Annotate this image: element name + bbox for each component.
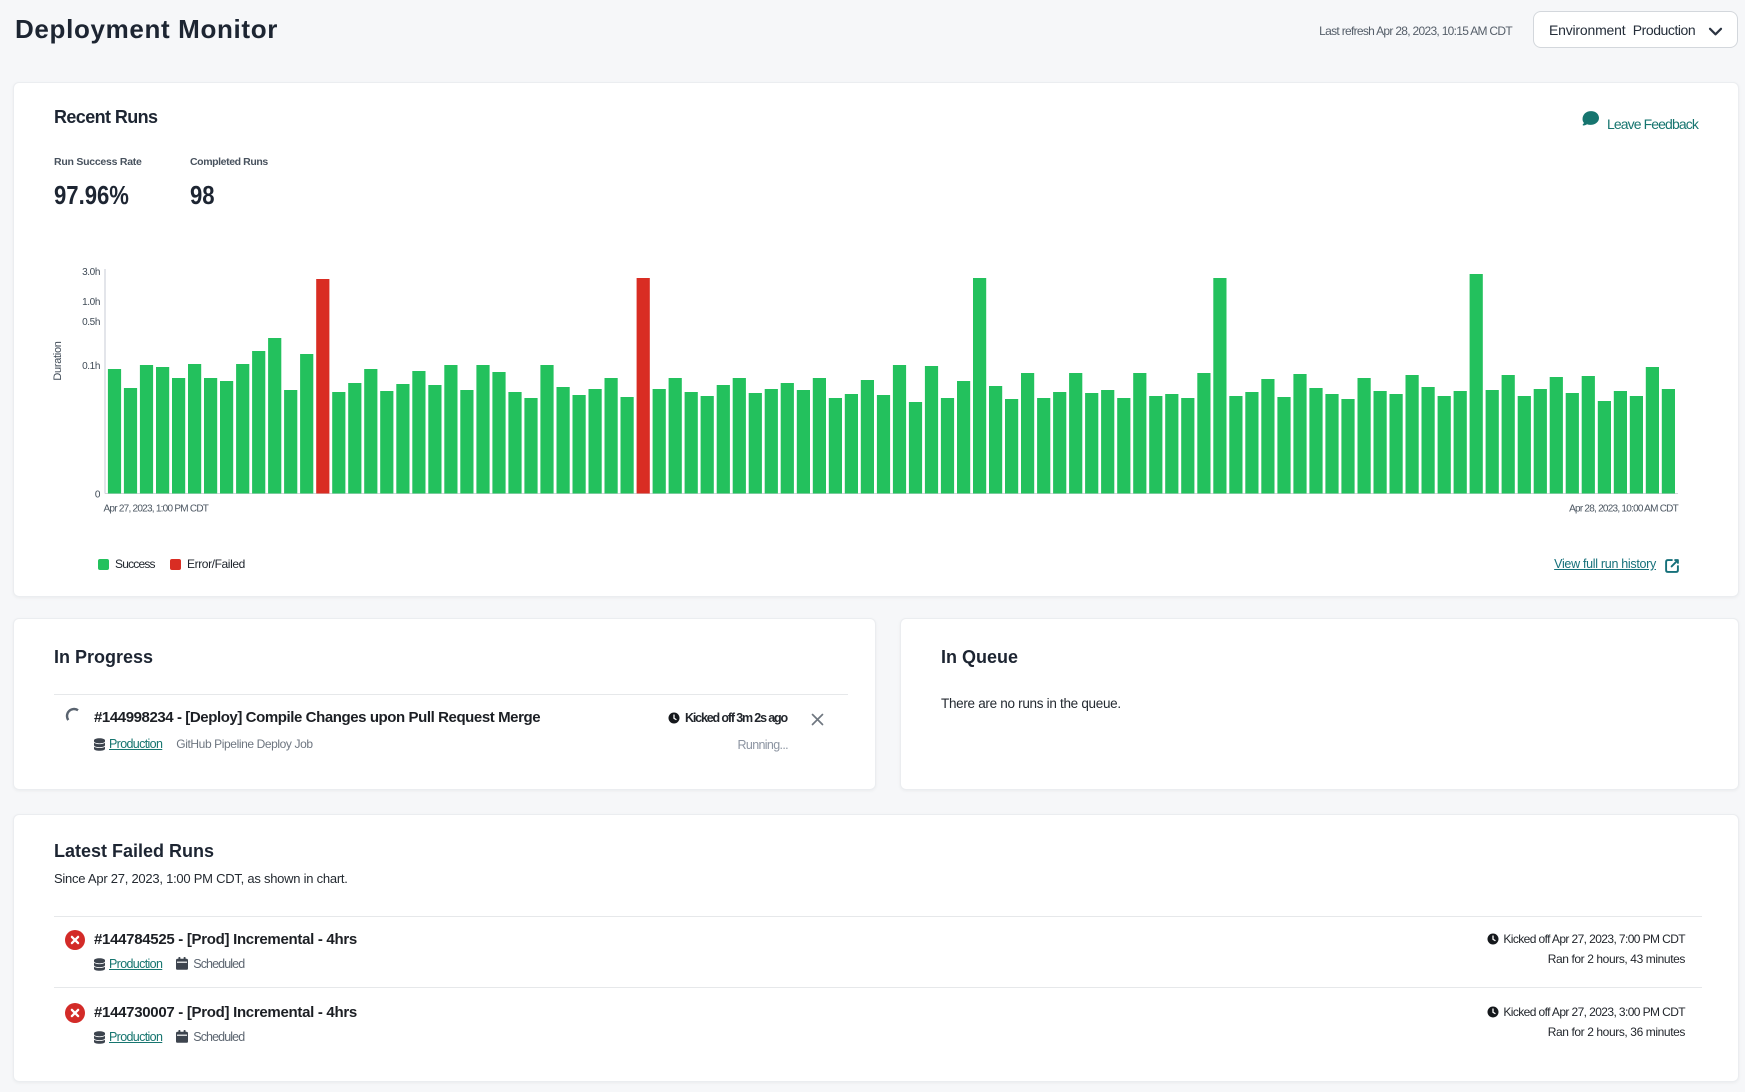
svg-text:0: 0 [95, 490, 101, 501]
svg-text:0.1h: 0.1h [82, 361, 100, 372]
svg-text:Duration: Duration [52, 341, 64, 380]
svg-text:Apr 27, 2023, 1:00 PM CDT: Apr 27, 2023, 1:00 PM CDT [104, 504, 209, 515]
svg-text:3.0h: 3.0h [82, 267, 100, 278]
svg-text:Apr 28, 2023, 10:00 AM CDT: Apr 28, 2023, 10:00 AM CDT [1569, 504, 1679, 515]
svg-text:0.5h: 0.5h [82, 317, 100, 328]
svg-text:1.0h: 1.0h [82, 297, 100, 308]
